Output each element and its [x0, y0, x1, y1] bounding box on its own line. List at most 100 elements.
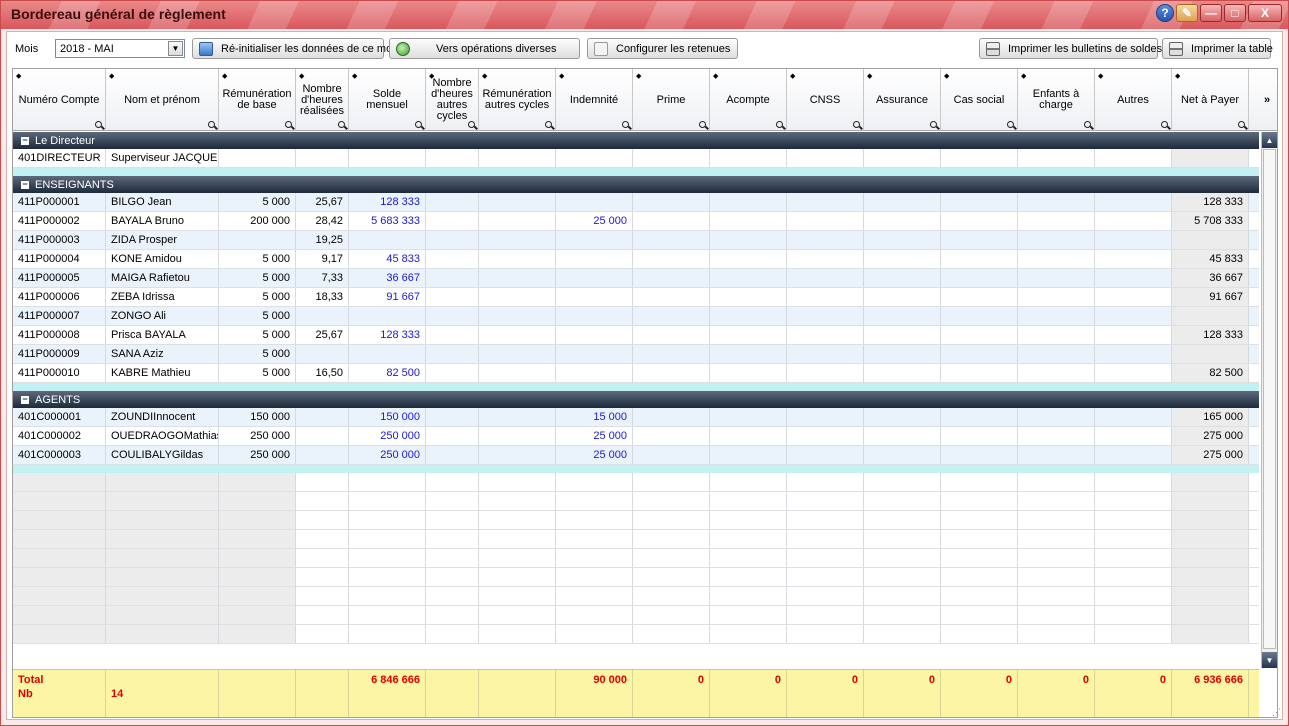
empty-cell[interactable]	[710, 568, 787, 586]
empty-cell[interactable]	[864, 473, 941, 491]
cell-net[interactable]: 128 333	[1172, 193, 1249, 211]
cell-nom[interactable]: COULIBALYGildas	[106, 446, 219, 464]
empty-cell[interactable]	[633, 511, 710, 529]
search-icon[interactable]	[468, 121, 475, 128]
empty-cell[interactable]	[479, 606, 556, 624]
cell-solde[interactable]: 5 683 333	[349, 212, 426, 230]
cell-heures[interactable]	[296, 408, 349, 426]
empty-cell[interactable]	[633, 587, 710, 605]
empty-cell[interactable]	[787, 606, 864, 624]
cell-numero[interactable]: 411P000001	[13, 193, 106, 211]
scroll-up-icon[interactable]: ▲	[1262, 132, 1277, 148]
empty-cell[interactable]	[556, 549, 633, 567]
collapse-columns-icon[interactable]: »	[1257, 69, 1277, 131]
sort-icon[interactable]: ◆	[299, 71, 304, 82]
cell-remun_autres[interactable]	[479, 408, 556, 426]
cell-heures_autres[interactable]	[426, 345, 479, 363]
empty-cell[interactable]	[1018, 473, 1095, 491]
cell-prime[interactable]	[633, 427, 710, 445]
cell-remun[interactable]: 150 000	[219, 408, 296, 426]
cell-autres[interactable]	[1095, 427, 1172, 445]
search-icon[interactable]	[699, 121, 706, 128]
cell-indemnite[interactable]	[556, 364, 633, 382]
cell-heures[interactable]: 19,25	[296, 231, 349, 249]
empty-cell[interactable]	[106, 568, 219, 586]
empty-cell[interactable]	[787, 549, 864, 567]
cell-remun[interactable]: 5 000	[219, 326, 296, 344]
cell-heures[interactable]: 28,42	[296, 212, 349, 230]
cell-autres[interactable]	[1095, 269, 1172, 287]
empty-cell[interactable]	[349, 625, 426, 643]
empty-cell[interactable]	[1172, 606, 1249, 624]
cell-remun_autres[interactable]	[479, 193, 556, 211]
cell-heures_autres[interactable]	[426, 212, 479, 230]
empty-cell[interactable]	[349, 549, 426, 567]
empty-cell[interactable]	[106, 549, 219, 567]
cell-indemnite[interactable]	[556, 193, 633, 211]
empty-cell[interactable]	[219, 511, 296, 529]
cell-enfants[interactable]	[1018, 288, 1095, 306]
cell-remun[interactable]: 5 000	[219, 288, 296, 306]
collapse-icon[interactable]: −	[21, 135, 29, 145]
empty-row[interactable]	[13, 473, 1259, 492]
search-icon[interactable]	[415, 121, 422, 128]
empty-cell[interactable]	[1018, 568, 1095, 586]
empty-cell[interactable]	[864, 530, 941, 548]
table-row[interactable]: 411P000002 BAYALA Bruno 200 000 28,42 5 683 …	[13, 212, 1259, 231]
cell-enfants[interactable]	[1018, 269, 1095, 287]
empty-cell[interactable]	[1018, 492, 1095, 510]
cell-solde[interactable]: 82 500	[349, 364, 426, 382]
cell-autres[interactable]	[1095, 231, 1172, 249]
empty-cell[interactable]	[1018, 625, 1095, 643]
column-header-remun[interactable]: ◆ Rémunération de base	[219, 69, 296, 131]
empty-cell[interactable]	[106, 511, 219, 529]
cell-acompte[interactable]	[710, 231, 787, 249]
cell-cas_social[interactable]	[941, 345, 1018, 363]
cell-heures[interactable]: 25,67	[296, 193, 349, 211]
cell-nom[interactable]: BILGO Jean	[106, 193, 219, 211]
empty-cell[interactable]	[296, 492, 349, 510]
cell-prime[interactable]	[633, 231, 710, 249]
cell-net[interactable]: 5 708 333	[1172, 212, 1249, 230]
sort-icon[interactable]: ◆	[352, 71, 357, 82]
cell-net[interactable]	[1172, 231, 1249, 249]
cell-acompte[interactable]	[710, 193, 787, 211]
cell-prime[interactable]	[633, 408, 710, 426]
cell-indemnite[interactable]	[556, 149, 633, 167]
cell-assurance[interactable]	[864, 307, 941, 325]
empty-cell[interactable]	[1172, 625, 1249, 643]
cell-enfants[interactable]	[1018, 231, 1095, 249]
empty-cell[interactable]	[710, 625, 787, 643]
empty-cell[interactable]	[864, 625, 941, 643]
empty-cell[interactable]	[219, 625, 296, 643]
cell-remun_autres[interactable]	[479, 269, 556, 287]
search-icon[interactable]	[776, 121, 783, 128]
table-row[interactable]: 411P000008 Prisca BAYALA 5 000 25,67 128 333…	[13, 326, 1259, 345]
empty-cell[interactable]	[710, 606, 787, 624]
empty-cell[interactable]	[1095, 587, 1172, 605]
empty-cell[interactable]	[1095, 606, 1172, 624]
empty-cell[interactable]	[296, 625, 349, 643]
empty-cell[interactable]	[710, 549, 787, 567]
cell-remun_autres[interactable]	[479, 288, 556, 306]
cell-autres[interactable]	[1095, 408, 1172, 426]
cell-acompte[interactable]	[710, 427, 787, 445]
empty-cell[interactable]	[479, 473, 556, 491]
empty-cell[interactable]	[349, 587, 426, 605]
empty-cell[interactable]	[106, 606, 219, 624]
column-header-heures[interactable]: ◆ Nombre d'heures réalisées	[296, 69, 349, 131]
cell-autres[interactable]	[1095, 307, 1172, 325]
cell-autres[interactable]	[1095, 288, 1172, 306]
empty-cell[interactable]	[941, 530, 1018, 548]
title-bar[interactable]: Bordereau général de règlement ? ✎ — □ X	[1, 1, 1288, 29]
empty-cell[interactable]	[426, 606, 479, 624]
empty-cell[interactable]	[633, 473, 710, 491]
cell-prime[interactable]	[633, 446, 710, 464]
cell-solde[interactable]	[349, 307, 426, 325]
cell-heures[interactable]: 18,33	[296, 288, 349, 306]
column-header-enfants[interactable]: ◆ Enfants à charge	[1018, 69, 1095, 131]
cell-prime[interactable]	[633, 269, 710, 287]
empty-cell[interactable]	[1018, 530, 1095, 548]
search-icon[interactable]	[208, 121, 215, 128]
empty-cell[interactable]	[296, 473, 349, 491]
